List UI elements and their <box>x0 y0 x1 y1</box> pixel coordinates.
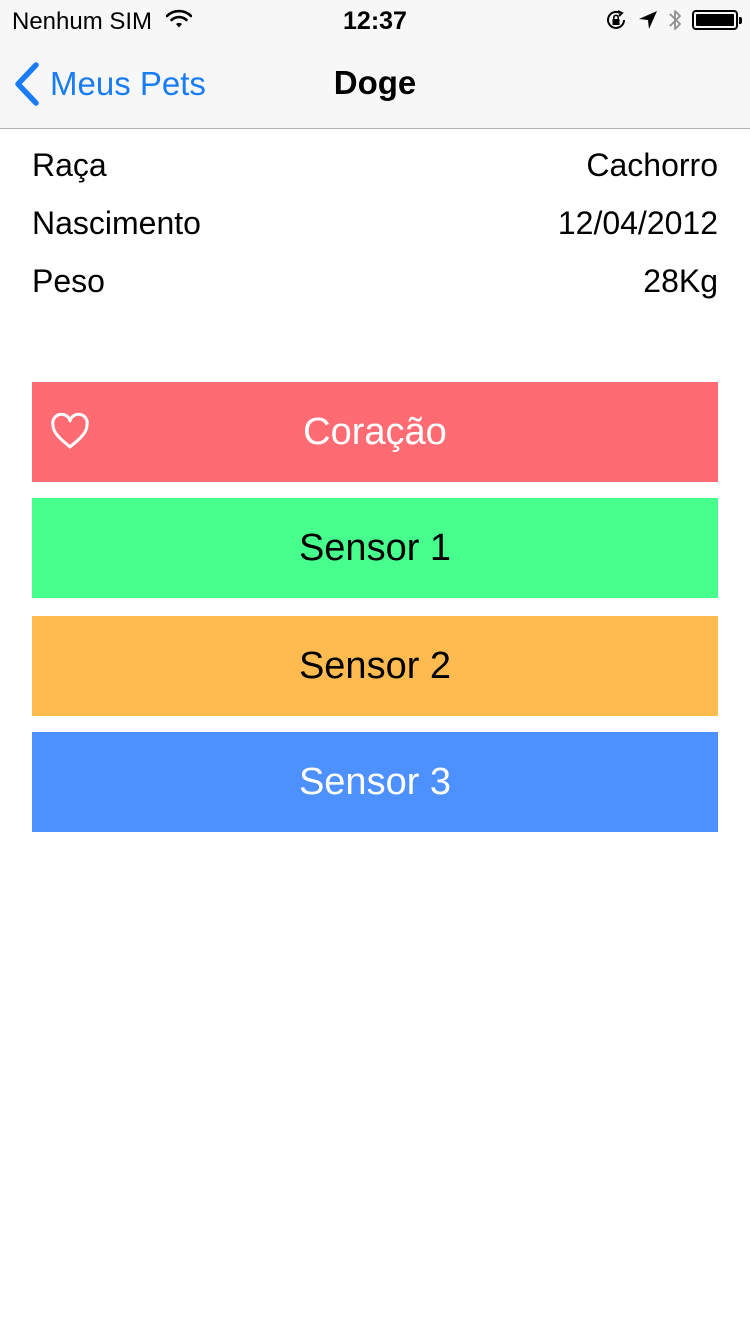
info-value: Cachorro <box>586 146 718 183</box>
info-row-birth: Nascimento 12/04/2012 <box>32 194 718 252</box>
heart-button-label: Coração <box>303 410 447 453</box>
sensor-3-button-label: Sensor 3 <box>298 760 452 803</box>
info-value: 12/04/2012 <box>557 204 718 241</box>
info-label: Nascimento <box>32 204 201 241</box>
page-title: Doge <box>333 64 417 101</box>
status-icons <box>604 8 742 32</box>
info-value: 28Kg <box>643 262 718 299</box>
info-row-weight: Peso 28Kg <box>32 252 718 310</box>
orientation-lock-icon <box>607 10 625 29</box>
heart-button[interactable]: Coração <box>32 382 718 482</box>
sensor-2-button[interactable]: Sensor 2 <box>32 616 718 716</box>
info-row-breed: Raça Cachorro <box>32 136 718 194</box>
heart-outline-icon <box>51 412 89 449</box>
info-label: Peso <box>32 262 105 299</box>
pet-info-list: Raça Cachorro Nascimento 12/04/2012 Peso… <box>32 136 718 310</box>
location-arrow-icon <box>639 11 657 29</box>
bluetooth-icon <box>669 10 681 30</box>
status-bar: Nenhum SIM 12:37 <box>0 0 750 40</box>
sensor-1-button[interactable]: Sensor 1 <box>32 498 718 598</box>
navigation-bar: Meus Pets Doge <box>0 40 750 129</box>
info-label: Raça <box>32 146 107 183</box>
sensor-3-button[interactable]: Sensor 3 <box>32 732 718 832</box>
sensor-1-button-label: Sensor 1 <box>298 526 452 569</box>
sensor-2-button-label: Sensor 2 <box>298 644 452 687</box>
battery-icon <box>692 10 742 30</box>
pet-detail-screen: Nenhum SIM 12:37 Meus Pets Doge Raça Cac… <box>0 0 750 1334</box>
